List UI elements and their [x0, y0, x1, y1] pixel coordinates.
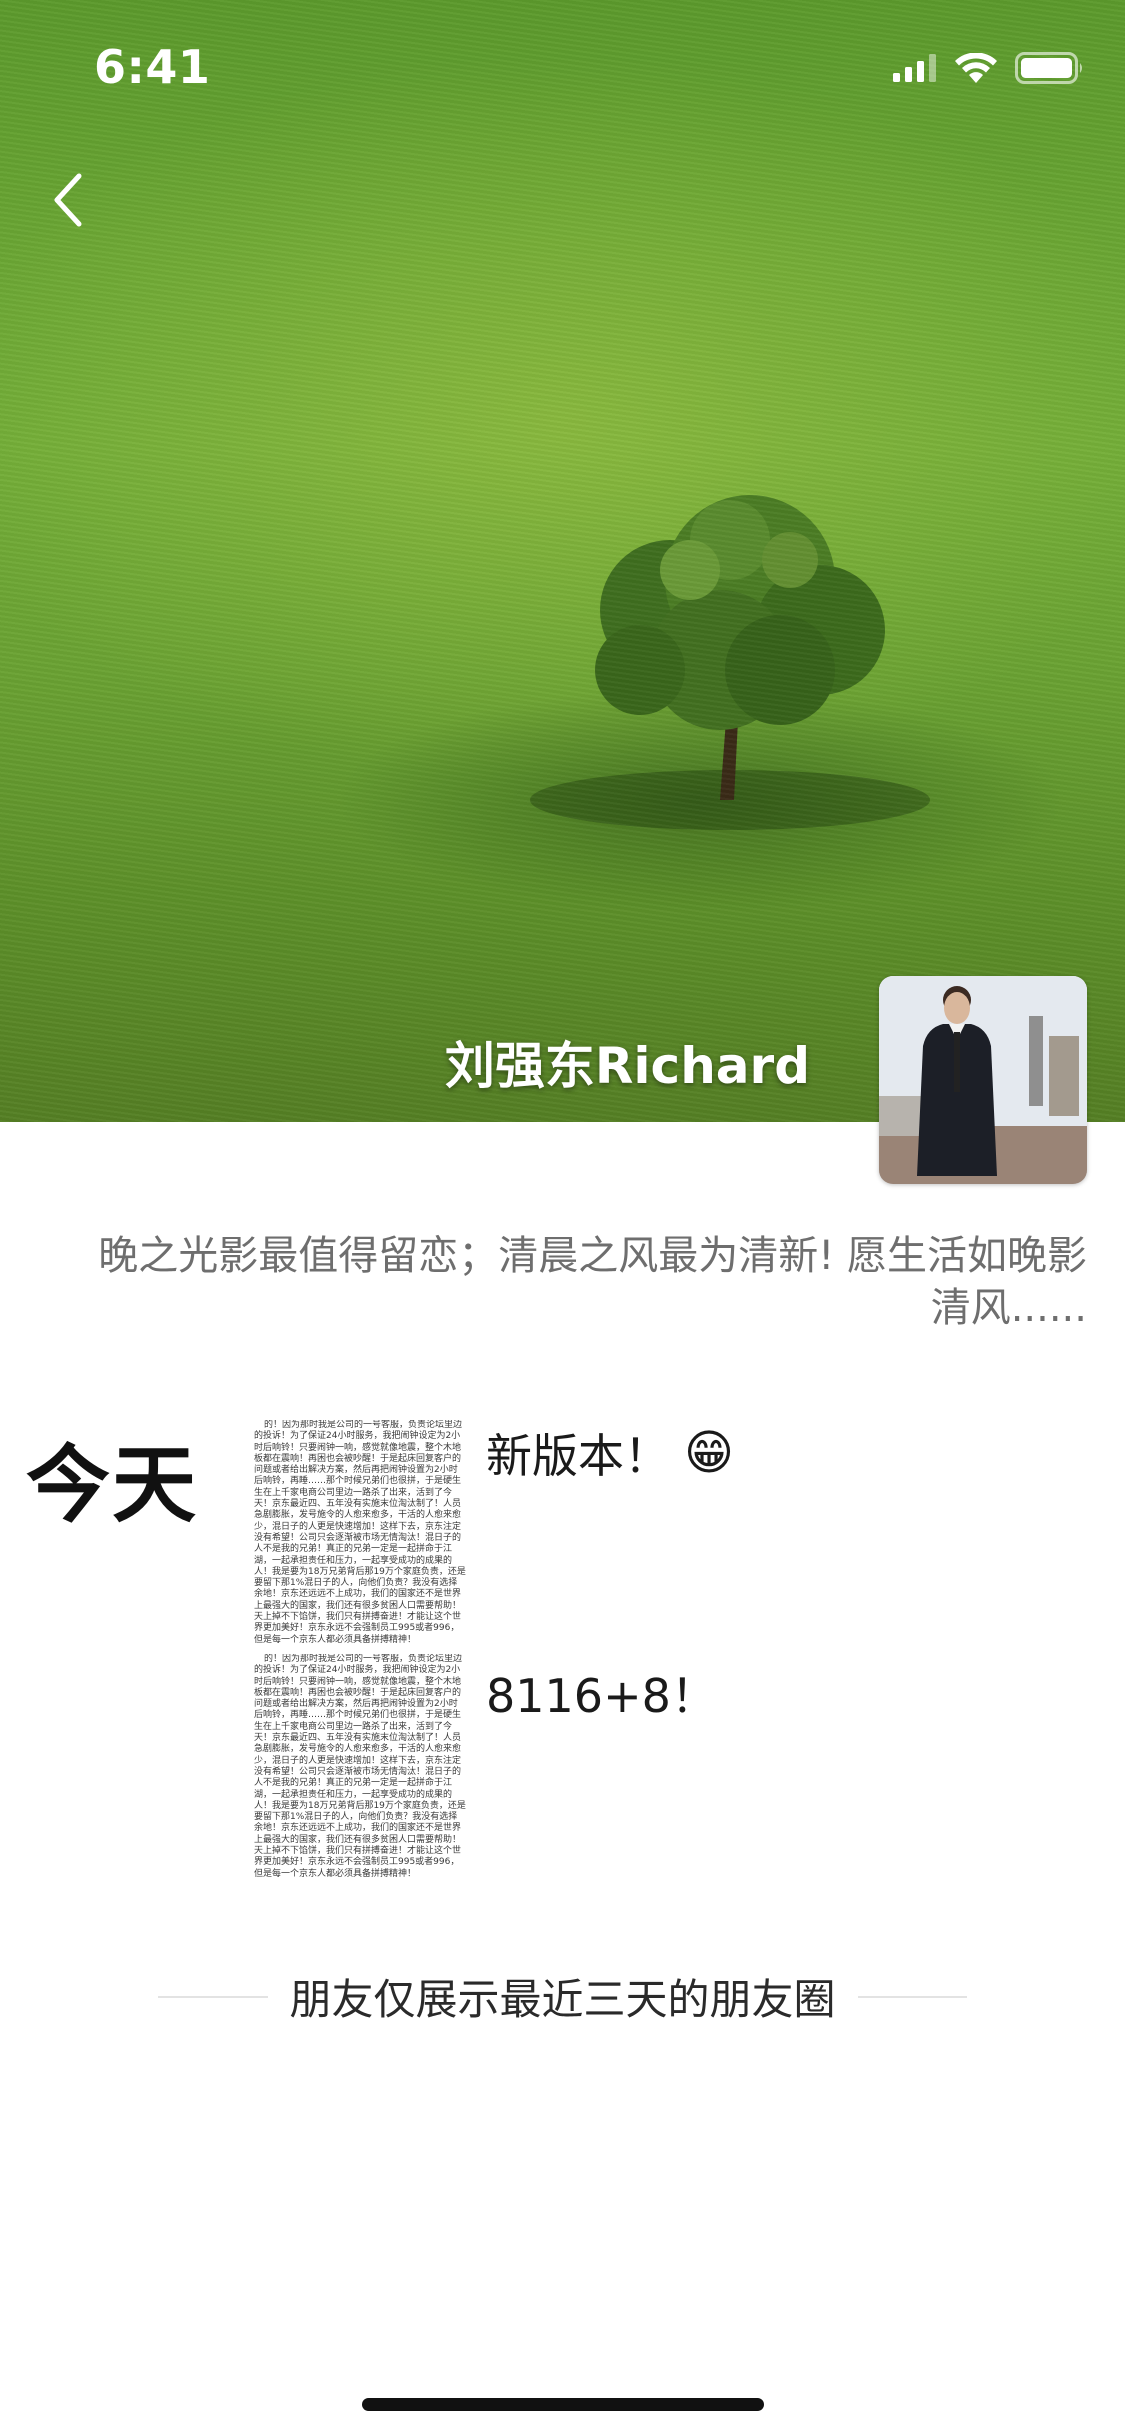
avatar-photo [879, 976, 1087, 1184]
home-indicator[interactable] [362, 2398, 764, 2411]
post-date-label: 今天 [26, 1436, 199, 1534]
tree-illustration [530, 495, 930, 830]
cover-photo[interactable] [0, 0, 1125, 1122]
grin-emoji-icon: 😁 [684, 1425, 735, 1481]
post-text-line-2[interactable]: 8116+8！ [486, 1660, 717, 1726]
status-time: 6:41 [94, 40, 211, 94]
status-icons [893, 52, 1085, 84]
visibility-note-text: 朋友仅展示最近三天的朋友圈 [289, 1975, 836, 2024]
post-text: 新版本！ [486, 1429, 670, 1483]
wifi-icon [955, 53, 997, 83]
profile-name: 刘强东Richard [444, 1037, 810, 1095]
back-button[interactable] [38, 160, 98, 240]
post-thumbnail[interactable]: 的！因为那时我是公司的一号客服，负责论坛里边的投诉！为了保证24小时服务，我把闹… [254, 1420, 466, 1884]
thumbnail-text-bottom: 的！因为那时我是公司的一号客服，负责论坛里边的投诉！为了保证24小时服务，我把闹… [254, 1654, 466, 1879]
divider-right [857, 1995, 968, 1998]
avatar[interactable] [879, 976, 1087, 1184]
battery-icon [1015, 52, 1082, 84]
signal-icon [893, 54, 936, 82]
visibility-note: 朋友仅展示最近三天的朋友圈 [158, 1966, 968, 2027]
status-bar: 6:41 [0, 0, 1125, 140]
divider-left [158, 1995, 268, 1998]
chevron-left-icon [54, 173, 82, 227]
post-text-line-1[interactable]: 新版本！ 😁 [486, 1420, 734, 1486]
thumbnail-text-top: 的！因为那时我是公司的一号客服，负责论坛里边的投诉！为了保证24小时服务，我把闹… [254, 1420, 466, 1645]
profile-signature: 晚之光影最值得留恋；清晨之风最为清新! 愿生活如晚影清风...... [98, 1233, 1087, 1331]
